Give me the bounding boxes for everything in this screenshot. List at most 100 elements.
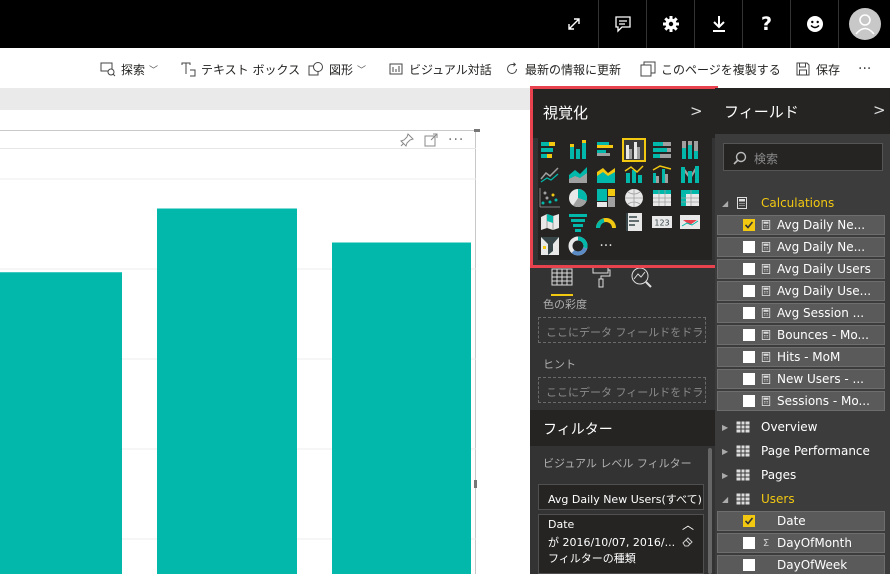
field-checkbox[interactable] — [743, 329, 755, 341]
field-label: Bounces - Mo... — [777, 328, 869, 342]
focus-mode-icon[interactable] — [424, 133, 438, 147]
comment-button[interactable] — [598, 0, 646, 48]
collapsed-triangle-icon[interactable]: ▶ — [722, 447, 732, 456]
field-checkbox[interactable] — [743, 241, 755, 253]
collapse-filter-chevron[interactable]: ︿ — [682, 516, 694, 533]
field-table-page-performance[interactable]: ▶ Page Performance — [715, 441, 890, 461]
explore-menu[interactable]: 探索 ﹀ — [100, 59, 158, 79]
viz-gauge-icon[interactable] — [595, 211, 617, 233]
viz-line-clustered-column-icon[interactable] — [651, 163, 673, 185]
viz-100-stacked-column-icon[interactable] — [679, 139, 701, 161]
visual-interactions-button[interactable]: ビジュアル対話 — [388, 59, 492, 79]
viz-card-icon[interactable]: 123 — [651, 211, 673, 233]
viz-slicer-icon[interactable] — [539, 235, 561, 257]
field-checkbox[interactable] — [743, 373, 755, 385]
viz-clustered-bar-icon[interactable] — [595, 139, 617, 161]
field-item[interactable]: Avg Daily Users — [717, 259, 885, 279]
filter-card-date[interactable]: Date ︿ が 2016/10/07, 2016/... フィルターの種類 — [538, 514, 704, 574]
viz-stacked-column-icon[interactable] — [567, 139, 589, 161]
more-options-icon[interactable]: ··· — [448, 132, 464, 148]
viz-multi-row-card-icon[interactable] — [623, 211, 645, 233]
collapsed-triangle-icon[interactable]: ▶ — [722, 471, 732, 480]
viz-line-column-icon[interactable] — [623, 163, 645, 185]
calculator-icon — [761, 307, 771, 319]
filter-card-avg-daily-new-users[interactable]: Avg Daily New Users(すべて) — [538, 484, 704, 510]
field-item[interactable]: DayOfWeek — [717, 555, 885, 574]
settings-button[interactable] — [646, 0, 694, 48]
color-saturation-dropzone[interactable]: ここにデータ フィールドをドラッグします — [538, 317, 706, 343]
viz-kpi-icon[interactable] — [679, 211, 701, 233]
field-checkbox[interactable] — [743, 559, 755, 571]
fields-tab[interactable] — [549, 266, 575, 296]
explore-icon — [100, 61, 116, 77]
help-button[interactable]: ? — [742, 0, 790, 48]
collapse-visualizations-chevron[interactable]: > — [690, 102, 703, 120]
textbox-button[interactable]: テキスト ボックス — [180, 59, 300, 79]
field-item[interactable]: Avg Session ... — [717, 303, 885, 323]
field-table-overview[interactable]: ▶ Overview — [715, 417, 890, 437]
field-item[interactable]: Sessions - Mo... — [717, 391, 885, 411]
field-item[interactable]: New Users - ... — [717, 369, 885, 389]
collapsed-triangle-icon[interactable]: ▶ — [722, 423, 732, 432]
viz-treemap-icon[interactable] — [595, 187, 617, 209]
field-item[interactable]: Bounces - Mo... — [717, 325, 885, 345]
analytics-tab[interactable] — [628, 266, 654, 292]
expand-button[interactable] — [550, 0, 598, 48]
field-table-calculations[interactable]: ◢ Calculations — [715, 193, 890, 213]
viz-area-icon[interactable] — [567, 163, 589, 185]
expanded-triangle-icon[interactable]: ◢ — [722, 199, 732, 208]
field-table-pages[interactable]: ▶ Pages — [715, 465, 890, 485]
viz-donut-icon[interactable] — [567, 235, 589, 257]
resize-handle-top-right[interactable] — [474, 129, 480, 132]
field-checkbox[interactable] — [743, 515, 755, 527]
expanded-triangle-icon[interactable]: ◢ — [722, 495, 732, 504]
field-checkbox[interactable] — [743, 263, 755, 275]
field-item[interactable]: Avg Daily Ne... — [717, 215, 885, 235]
tooltip-dropzone[interactable]: ここにデータ フィールドをドラッグします — [538, 377, 706, 403]
feedback-button[interactable] — [790, 0, 838, 48]
more-options-button[interactable]: ··· — [858, 59, 871, 79]
viz-funnel-icon[interactable] — [567, 211, 589, 233]
pin-icon[interactable] — [400, 133, 414, 147]
collapse-fields-chevron[interactable]: > — [873, 101, 886, 119]
viz-matrix-icon[interactable] — [679, 187, 701, 209]
field-item[interactable]: Σ DayOfMonth — [717, 533, 885, 553]
bar[interactable] — [157, 208, 297, 574]
format-tab[interactable] — [588, 266, 614, 292]
field-checkbox[interactable] — [743, 395, 755, 407]
refresh-button[interactable]: 最新の情報に更新 — [504, 59, 621, 79]
field-checkbox[interactable] — [743, 351, 755, 363]
field-checkbox[interactable] — [743, 219, 755, 231]
bar[interactable] — [332, 242, 471, 574]
visualizations-scrollbar[interactable] — [708, 448, 712, 574]
resize-handle-right[interactable] — [474, 480, 477, 488]
viz-filled-map-icon[interactable] — [539, 211, 561, 233]
viz-ribbon-icon[interactable] — [679, 163, 701, 185]
viz-pie-icon[interactable] — [567, 187, 589, 209]
eraser-icon[interactable] — [682, 535, 694, 550]
field-item[interactable]: Hits - MoM — [717, 347, 885, 367]
fields-search-input[interactable]: 検索 — [723, 143, 883, 171]
field-item[interactable]: Avg Daily Use... — [717, 281, 885, 301]
field-table-users[interactable]: ◢ Users — [715, 489, 890, 509]
viz-table-icon[interactable] — [651, 187, 673, 209]
viz-line-icon[interactable] — [539, 163, 561, 185]
viz-more-button[interactable]: ··· — [595, 235, 617, 257]
viz-clustered-column-icon[interactable] — [622, 138, 646, 162]
field-checkbox[interactable] — [743, 307, 755, 319]
viz-scatter-icon[interactable] — [539, 187, 561, 209]
duplicate-page-button[interactable]: このページを複製する — [640, 59, 781, 79]
field-checkbox[interactable] — [743, 285, 755, 297]
account-button[interactable] — [838, 0, 890, 48]
viz-100-stacked-bar-icon[interactable] — [651, 139, 673, 161]
save-button[interactable]: 保存 — [795, 59, 840, 79]
field-item[interactable]: Date — [717, 511, 885, 531]
viz-stacked-bar-icon[interactable] — [539, 139, 561, 161]
field-item[interactable]: Avg Daily Ne... — [717, 237, 885, 257]
viz-stacked-area-icon[interactable] — [595, 163, 617, 185]
download-button[interactable] — [694, 0, 742, 48]
field-checkbox[interactable] — [743, 537, 755, 549]
bar[interactable] — [0, 272, 122, 574]
viz-map-icon[interactable] — [623, 187, 645, 209]
shapes-menu[interactable]: 図形 ﹀ — [308, 59, 366, 79]
